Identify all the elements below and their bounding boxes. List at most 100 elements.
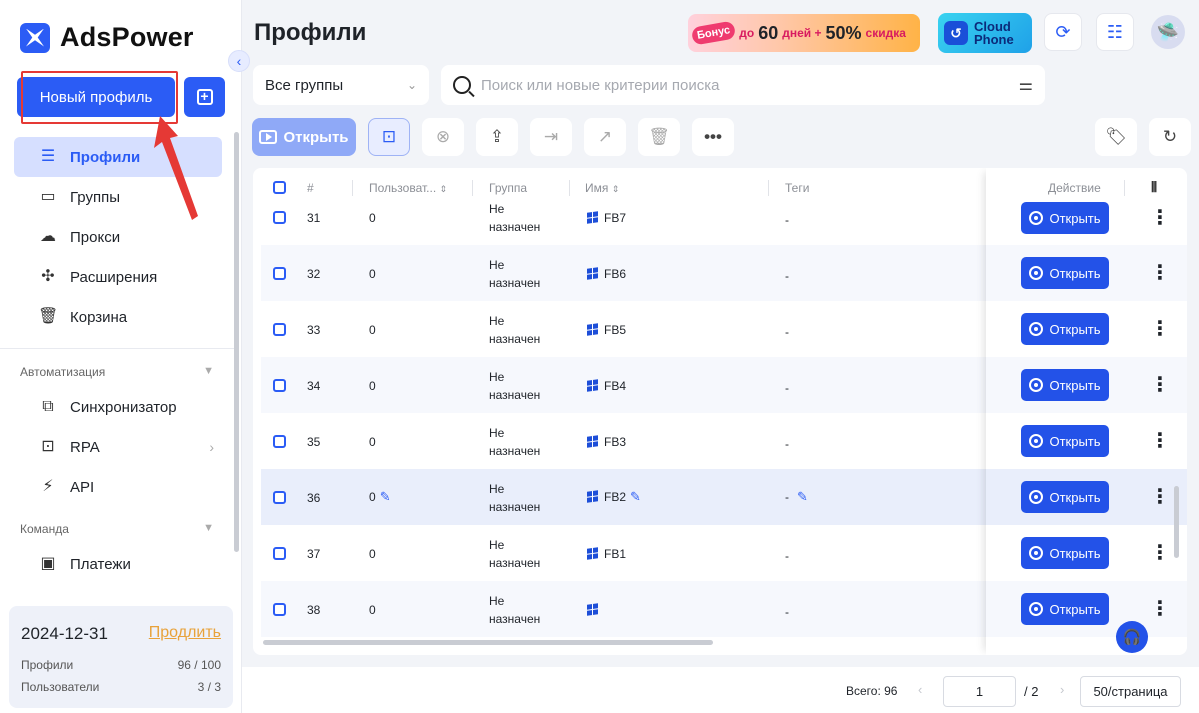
sidebar-item-trash[interactable]: 🗑 Корзина [14, 297, 222, 337]
promo-number: 50% [825, 22, 862, 43]
delete-button[interactable]: 🗑 [638, 118, 680, 156]
sidebar-item-payments[interactable]: ▣ Платежи [14, 544, 222, 584]
support-chat-button[interactable]: 🎧 [1116, 621, 1148, 653]
page-size-select[interactable]: 50/страница [1080, 676, 1181, 707]
tag-icon: 🏷 [1105, 127, 1127, 146]
chevron-left-icon: ‹ [236, 53, 242, 69]
promo-banner[interactable]: Бонус до 60 дней + 50% скидка [688, 14, 920, 52]
close-browser-button[interactable]: ⊗ [422, 118, 464, 156]
row-more-icon[interactable]: ⋮ [1150, 319, 1170, 339]
promo-text: скидка [865, 26, 906, 40]
renew-link[interactable]: Продлить [149, 624, 221, 642]
windows-icon [587, 436, 598, 447]
open-profile-button[interactable]: Открыть [1021, 313, 1109, 345]
team-section-header[interactable]: Команда ▼ [14, 522, 236, 536]
edit-icon[interactable]: ✎ [380, 489, 391, 505]
sidebar-item-rpa[interactable]: ⊡ RPA › [14, 427, 222, 467]
row-checkbox[interactable] [273, 267, 286, 283]
export-button[interactable]: ⇪ [476, 118, 518, 156]
trash-icon: 🗑 [38, 308, 59, 325]
chrome-icon [1029, 546, 1044, 560]
trash-icon: 🗑 [648, 127, 670, 146]
row-more-icon[interactable]: ⋮ [1150, 208, 1170, 228]
group-select[interactable]: Все группы ⌄ [253, 65, 429, 105]
row-number: 31 [307, 211, 321, 225]
vertical-scrollbar[interactable] [1174, 486, 1179, 558]
row-checkbox[interactable] [273, 323, 286, 339]
sidebar: AdsPower Новый профиль + ☰ Профили ▭ Гру… [0, 0, 242, 713]
row-group-line1: Не [489, 370, 505, 384]
open-profile-button[interactable]: Открыть [1021, 369, 1109, 401]
windows-icon [587, 324, 598, 335]
tags-button[interactable]: 🏷 [1095, 118, 1137, 156]
share-icon: ↗ [597, 127, 613, 146]
avatar[interactable]: 🛸 [1151, 15, 1185, 49]
row-name: FB5 [587, 323, 626, 337]
refresh-button[interactable]: ↻ [1149, 118, 1191, 156]
row-checkbox[interactable] [273, 491, 286, 507]
open-profile-button[interactable]: Открыть [1021, 425, 1109, 457]
row-checkbox[interactable] [273, 603, 286, 619]
puzzle-icon: ✣ [41, 268, 55, 285]
collapse-sidebar-button[interactable]: ‹ [228, 50, 250, 72]
open-profile-button[interactable]: Открыть [1021, 537, 1109, 569]
row-more-icon[interactable]: ⋮ [1150, 263, 1170, 283]
chrome-icon [1029, 266, 1044, 280]
search-input[interactable] [481, 76, 1009, 94]
chevron-down-icon: ⌄ [406, 78, 417, 92]
upload-circle-icon: ⟳ [1055, 21, 1071, 42]
edit-icon[interactable]: ✎ [630, 489, 641, 505]
open-selected-button[interactable]: Открыть [252, 118, 356, 156]
row-user: 0 [369, 211, 376, 225]
sidebar-scrollbar[interactable] [234, 132, 239, 552]
sidebar-item-extensions[interactable]: ✣ Расширения [14, 257, 222, 297]
row-more-icon[interactable]: ⋮ [1150, 375, 1170, 395]
row-name: FB3 [587, 435, 626, 449]
rpa-button[interactable]: ⊡ [368, 118, 410, 156]
row-more-icon[interactable]: ⋮ [1150, 543, 1170, 563]
row-checkbox[interactable] [273, 435, 286, 451]
open-profile-button[interactable]: Открыть [1021, 202, 1109, 234]
chrome-icon [1029, 211, 1044, 225]
row-more-icon[interactable]: ⋮ [1150, 487, 1170, 507]
edit-icon[interactable]: ✎ [797, 489, 808, 505]
astronaut-avatar-icon: 🛸 [1156, 21, 1180, 42]
sidebar-item-synchronizer[interactable]: ⧉ Синхронизатор [14, 387, 222, 427]
row-checkbox[interactable] [273, 547, 286, 563]
open-profile-button[interactable]: Открыть [1021, 481, 1109, 513]
row-checkbox[interactable] [273, 211, 286, 227]
task-list-button[interactable]: ☷ [1096, 13, 1134, 51]
row-user: 0 [369, 267, 376, 281]
filter-settings-icon[interactable]: ⚌ [1019, 75, 1033, 95]
sidebar-item-profiles[interactable]: ☰ Профили [14, 137, 222, 177]
app-logo[interactable]: AdsPower [20, 22, 194, 53]
more-actions-button[interactable]: ••• [692, 118, 734, 156]
close-circle-icon: ⊗ [435, 127, 451, 146]
move-to-group-button[interactable]: ⇥ [530, 118, 572, 156]
row-more-icon[interactable]: ⋮ [1150, 599, 1170, 619]
folder-icon: ▭ [40, 188, 56, 205]
section-label: Команда [20, 522, 69, 536]
cloud-phone-banner[interactable]: ↺ Cloud Phone [938, 13, 1032, 53]
row-tags: - [785, 269, 789, 283]
open-profile-button[interactable]: Открыть [1021, 257, 1109, 289]
more-horizontal-icon: ••• [704, 127, 722, 146]
automation-section-header[interactable]: Автоматизация ▼ [14, 365, 236, 379]
promo-text: дней + [782, 26, 822, 40]
row-more-icon[interactable]: ⋮ [1150, 431, 1170, 451]
prev-page-icon[interactable]: ‹ [918, 682, 922, 697]
play-icon [259, 130, 278, 144]
sidebar-item-api[interactable]: ⚡ API [14, 467, 222, 507]
batch-create-button[interactable]: + [184, 77, 225, 117]
row-checkbox[interactable] [273, 379, 286, 395]
update-button[interactable]: ⟳ [1044, 13, 1082, 51]
sidebar-item-proxy[interactable]: ☁ Прокси [14, 217, 222, 257]
row-name: FB2 ✎ [587, 489, 641, 505]
new-profile-button[interactable]: Новый профиль [17, 77, 175, 117]
page-number-input[interactable]: 1 [943, 676, 1016, 707]
open-profile-button[interactable]: Открыть [1021, 593, 1109, 625]
horizontal-scrollbar[interactable] [263, 640, 713, 645]
next-page-icon[interactable]: › [1060, 682, 1064, 697]
sidebar-item-groups[interactable]: ▭ Группы [14, 177, 222, 217]
share-button[interactable]: ↗ [584, 118, 626, 156]
